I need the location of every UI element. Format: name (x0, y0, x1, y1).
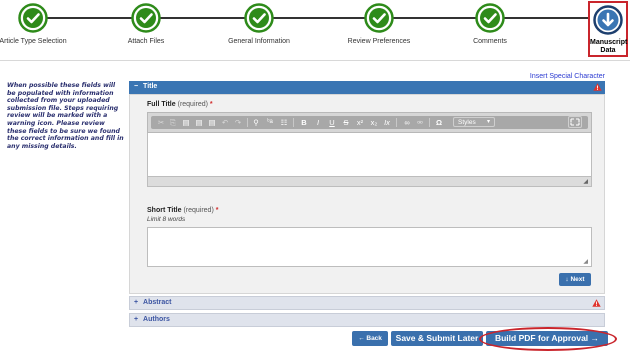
replace-icon[interactable]: ᵇa (264, 117, 276, 128)
progress-steps: Article Type Selection Attach Files Gene… (0, 0, 630, 62)
remove-format-icon[interactable]: Ix (382, 117, 392, 128)
next-button[interactable]: ↓ Next (559, 273, 591, 286)
styles-label: Styles (458, 119, 476, 126)
required-note: (required) (183, 207, 214, 214)
step-attach-files[interactable]: Attach Files (98, 3, 194, 46)
check-icon (475, 3, 505, 33)
next-label: Next (570, 276, 585, 283)
collapse-toggle[interactable]: − (134, 83, 138, 90)
superscript-icon[interactable]: x² (354, 117, 366, 128)
highlight-ring (479, 327, 617, 351)
expand-toggle[interactable]: + (134, 316, 138, 323)
section-title: Abstract (143, 299, 172, 306)
step-label: Manuscript Data (590, 39, 628, 54)
styles-dropdown[interactable]: Styles ▾ (453, 117, 495, 127)
check-icon (244, 3, 274, 33)
resize-grip-icon[interactable]: ◢ (583, 258, 588, 265)
short-title-input[interactable]: ◢ (147, 227, 592, 267)
link-icon[interactable]: ∞ (401, 117, 413, 128)
save-submit-later-button[interactable]: Save & Submit Later (391, 331, 483, 346)
step-general-information[interactable]: General Information (211, 3, 307, 46)
step-article-type[interactable]: Article Type Selection (0, 3, 81, 46)
short-title-label: Short Title (required) * (147, 207, 218, 214)
paste-icon[interactable]: ▤ (181, 117, 191, 128)
short-title-hint: Limit 8 words (147, 216, 186, 223)
toolbar-separator (293, 118, 294, 127)
italic-icon[interactable]: I (313, 117, 323, 128)
warning-icon (592, 299, 601, 309)
short-title-label-text: Short Title (147, 207, 182, 214)
step-label: Attach Files (127, 38, 165, 45)
underline-icon[interactable]: U (327, 117, 337, 128)
toolbar-separator (247, 118, 248, 127)
chevron-down-icon: ▾ (486, 119, 490, 125)
subscript-icon[interactable]: x₂ (368, 117, 380, 128)
expand-toggle[interactable]: + (134, 299, 138, 306)
section-title: Title (143, 83, 158, 90)
editor-toolbar: ✂ ⎘ ▤ ▤ ▤ ↶ ↷ ⚲ ᵇa ☷ B I U S x² x₂ Ix ∞ … (147, 112, 592, 133)
step-label: Review Preferences (347, 38, 411, 45)
editor-footer: ◢ (147, 177, 592, 187)
toolbar-group: ✂ ⎘ ▤ ▤ ▤ ↶ ↷ ⚲ ᵇa ☷ B I U S x² x₂ Ix ∞ … (151, 116, 588, 129)
paste-word-icon[interactable]: ▤ (207, 117, 217, 128)
maximize-icon[interactable] (568, 116, 582, 128)
bold-icon[interactable]: B (299, 117, 309, 128)
warning-icon (593, 83, 602, 93)
divider (0, 60, 630, 61)
unlink-icon[interactable]: ⚮ (415, 117, 425, 128)
arrow-down-icon (593, 5, 623, 35)
step-comments[interactable]: Comments (442, 3, 538, 46)
help-text: When possible these fields will be popul… (7, 82, 124, 150)
step-label: Comments (473, 38, 507, 45)
required-star: * (215, 207, 219, 214)
cut-icon[interactable]: ✂ (156, 117, 166, 128)
step-label: Article Type Selection (0, 38, 67, 45)
step-review-preferences[interactable]: Review Preferences (331, 3, 427, 46)
toolbar-separator (396, 118, 397, 127)
authors-section-header[interactable]: + Authors (129, 313, 605, 327)
insert-special-character-link[interactable]: Insert Special Character (530, 73, 605, 80)
toolbar-separator (429, 118, 430, 127)
section-title: Authors (143, 316, 170, 323)
arrow-down-icon: ↓ (565, 276, 569, 283)
full-title-label-text: Full Title (147, 101, 176, 108)
arrow-left-icon: ← (358, 335, 365, 342)
select-all-icon[interactable]: ☷ (279, 117, 289, 128)
abstract-section-header[interactable]: + Abstract (129, 296, 605, 310)
strikethrough-icon[interactable]: S (341, 117, 351, 128)
full-title-editor[interactable] (147, 133, 592, 177)
back-button[interactable]: ← Back (352, 331, 388, 346)
paste-text-icon[interactable]: ▤ (194, 117, 204, 128)
title-section-header[interactable]: − Title (129, 81, 605, 94)
back-label: Back (366, 335, 382, 342)
required-star: * (209, 101, 213, 108)
full-title-label: Full Title (required) * (147, 101, 213, 108)
check-icon (364, 3, 394, 33)
find-icon[interactable]: ⚲ (251, 117, 261, 128)
check-icon (18, 3, 48, 33)
check-icon (131, 3, 161, 33)
step-manuscript-data[interactable]: Manuscript Data (588, 1, 628, 57)
resize-grip-icon[interactable]: ◢ (583, 178, 588, 185)
redo-icon[interactable]: ↷ (233, 117, 243, 128)
special-char-icon[interactable]: Ω (434, 117, 444, 128)
required-note: (required) (177, 101, 208, 108)
copy-icon[interactable]: ⎘ (168, 117, 178, 128)
undo-icon[interactable]: ↶ (220, 117, 230, 128)
step-label: General Information (228, 38, 290, 45)
